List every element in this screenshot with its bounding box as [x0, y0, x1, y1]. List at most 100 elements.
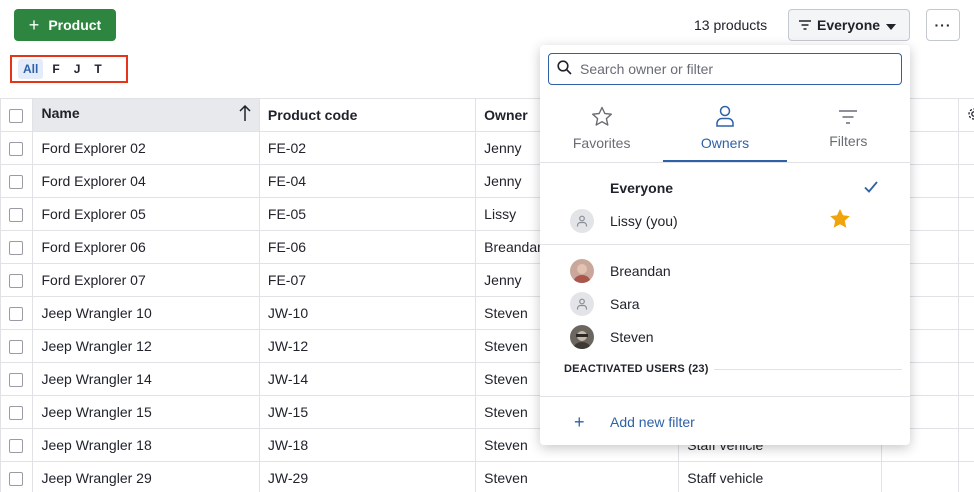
- owner-option-everyone[interactable]: Everyone: [540, 171, 910, 204]
- owner-option-steven-label: Steven: [610, 328, 654, 345]
- owner-search-input[interactable]: [580, 61, 880, 77]
- owner-filter-button[interactable]: Everyone: [788, 9, 910, 41]
- cell-name[interactable]: Jeep Wrangler 14: [32, 362, 260, 396]
- plus-icon: +: [28, 15, 40, 35]
- cell-extra: [958, 263, 974, 297]
- row-checkbox[interactable]: [9, 307, 23, 322]
- divider: [540, 244, 910, 245]
- cell-product-code: FE-02: [258, 131, 477, 165]
- alpha-filter-all[interactable]: All: [18, 59, 44, 79]
- cell-extra: [958, 164, 974, 198]
- cell-extra: [958, 395, 974, 429]
- sort-ascending-icon: [239, 104, 251, 126]
- cell-name[interactable]: Jeep Wrangler 29: [32, 461, 260, 492]
- cell-category: Staff vehicle: [678, 461, 883, 492]
- row-checkbox-cell[interactable]: [0, 131, 34, 165]
- gear-icon[interactable]: [967, 107, 974, 124]
- owner-option-breandan[interactable]: Breandan: [540, 254, 910, 287]
- tab-filters[interactable]: Filters: [787, 95, 910, 162]
- row-checkbox-cell[interactable]: [0, 395, 34, 429]
- more-options-button[interactable]: ···: [926, 9, 960, 41]
- row-checkbox-cell[interactable]: [0, 197, 34, 231]
- cell-extra: [881, 461, 960, 492]
- cell-product-code: JW-10: [258, 296, 477, 330]
- alpha-filter-t[interactable]: T: [89, 59, 106, 79]
- cell-name[interactable]: Ford Explorer 07: [32, 263, 260, 297]
- owner-option-steven[interactable]: Steven: [540, 320, 910, 353]
- cell-product-code: FE-07: [258, 263, 477, 297]
- tab-favorites-label: Favorites: [572, 135, 631, 151]
- person-icon: [715, 105, 735, 127]
- divider: [540, 396, 910, 397]
- row-checkbox-cell[interactable]: [0, 230, 34, 264]
- avatar-steven: [570, 324, 594, 349]
- cell-extra: [958, 230, 974, 264]
- cell-name[interactable]: Jeep Wrangler 15: [32, 395, 260, 429]
- row-checkbox-cell[interactable]: [0, 461, 34, 492]
- row-checkbox-cell[interactable]: [0, 263, 34, 297]
- cell-name[interactable]: Jeep Wrangler 18: [32, 428, 260, 462]
- row-checkbox[interactable]: [9, 142, 23, 157]
- add-product-label: Product: [48, 17, 102, 33]
- cell-name[interactable]: Ford Explorer 06: [32, 230, 260, 264]
- row-checkbox[interactable]: [9, 340, 23, 355]
- row-checkbox-cell[interactable]: [0, 164, 34, 198]
- filter-lines-icon: [838, 109, 858, 125]
- column-settings-cell[interactable]: [958, 98, 974, 132]
- row-checkbox-cell[interactable]: [0, 329, 34, 363]
- product-count: 13 products: [694, 17, 768, 33]
- divider: [714, 369, 902, 370]
- cell-product-code: FE-05: [258, 197, 477, 231]
- plus-icon: +: [574, 411, 585, 432]
- row-checkbox[interactable]: [9, 406, 23, 421]
- row-checkbox[interactable]: [9, 274, 23, 289]
- cell-product-code: FE-06: [258, 230, 477, 264]
- row-checkbox-cell[interactable]: [0, 362, 34, 396]
- star-outline-icon: [591, 106, 613, 127]
- cell-extra: [958, 197, 974, 231]
- alpha-filter-f[interactable]: F: [47, 59, 64, 79]
- cell-name[interactable]: Ford Explorer 05: [32, 197, 260, 231]
- row-checkbox-cell[interactable]: [0, 428, 34, 462]
- deactivated-users-label[interactable]: DEACTIVATED USERS (23): [564, 363, 709, 375]
- cell-name[interactable]: Ford Explorer 02: [32, 131, 260, 165]
- cell-owner: Steven: [475, 461, 680, 492]
- cell-extra: [958, 329, 974, 363]
- owner-option-everyone-label: Everyone: [610, 179, 674, 196]
- owner-option-current-user[interactable]: Lissy (you): [540, 204, 910, 237]
- add-new-filter-button[interactable]: + Add new filter: [540, 405, 910, 439]
- column-header-product-code[interactable]: Product code: [258, 98, 477, 132]
- star-filled-icon[interactable]: [829, 208, 851, 232]
- cell-name[interactable]: Jeep Wrangler 10: [32, 296, 260, 330]
- row-checkbox[interactable]: [9, 208, 23, 223]
- cell-name[interactable]: Jeep Wrangler 12: [32, 329, 260, 363]
- owner-option-sara[interactable]: Sara: [540, 287, 910, 320]
- select-all-checkbox[interactable]: [9, 109, 23, 124]
- row-checkbox-cell[interactable]: [0, 296, 34, 330]
- avatar-breandan: [570, 258, 594, 283]
- row-checkbox[interactable]: [9, 373, 23, 388]
- tab-owners[interactable]: Owners: [663, 95, 787, 162]
- tab-favorites[interactable]: Favorites: [540, 95, 663, 162]
- checkmark-icon: [864, 180, 878, 196]
- row-checkbox[interactable]: [9, 175, 23, 190]
- owner-search-box[interactable]: [548, 53, 902, 85]
- row-checkbox[interactable]: [9, 439, 23, 454]
- add-product-button[interactable]: + Product: [14, 9, 116, 41]
- filter-icon: [799, 17, 811, 33]
- row-checkbox[interactable]: [9, 241, 23, 256]
- cell-product-code: JW-18: [258, 428, 477, 462]
- cell-product-code: JW-29: [258, 461, 477, 492]
- cell-product-code: JW-12: [258, 329, 477, 363]
- owner-option-current-user-label: Lissy (you): [610, 212, 678, 229]
- cell-name[interactable]: Ford Explorer 04: [32, 164, 260, 198]
- column-header-name[interactable]: Name: [32, 98, 260, 132]
- alpha-filter-j[interactable]: J: [69, 59, 86, 79]
- default-avatar-icon: [570, 208, 594, 233]
- cell-extra: [958, 362, 974, 396]
- caret-down-icon: [886, 17, 897, 33]
- table-row[interactable]: Jeep Wrangler 29 JW-29 Steven Staff vehicle: [0, 461, 974, 492]
- cell-extra: [958, 461, 974, 492]
- row-checkbox[interactable]: [9, 472, 23, 487]
- select-all-cell[interactable]: [0, 98, 34, 132]
